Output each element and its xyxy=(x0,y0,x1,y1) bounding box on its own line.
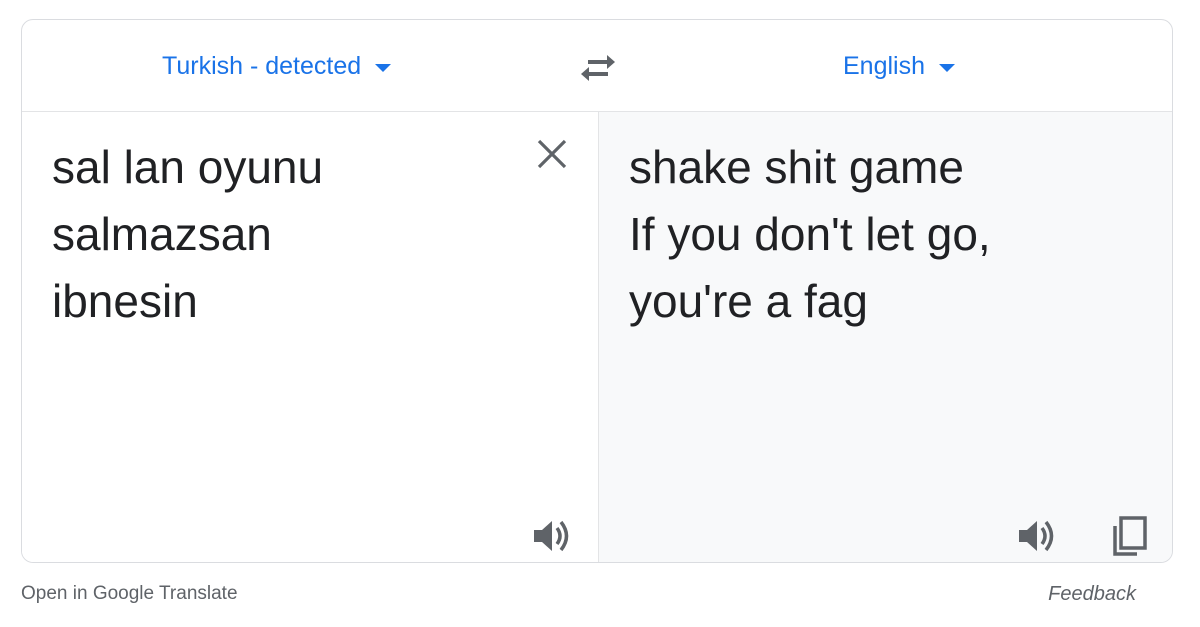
clear-source-button[interactable] xyxy=(534,136,570,172)
source-language-selector[interactable]: Turkish - detected xyxy=(162,50,392,82)
swap-languages-button[interactable] xyxy=(578,50,618,86)
speaker-icon xyxy=(1019,520,1054,552)
source-language-label: Turkish - detected xyxy=(162,51,362,80)
source-pane: sal lan oyunu salmazsan ibnesin xyxy=(22,112,598,562)
caret-down-icon xyxy=(939,64,955,72)
feedback-link[interactable]: Feedback xyxy=(1048,583,1136,606)
swap-arrows-icon xyxy=(581,55,615,81)
translation-text: shake shit game If you don't let go, you… xyxy=(629,141,991,327)
listen-source-button[interactable] xyxy=(530,514,574,558)
speaker-icon xyxy=(534,520,569,552)
result-pane: shake shit game If you don't let go, you… xyxy=(598,112,1172,562)
copy-translation-button[interactable] xyxy=(1107,514,1151,558)
source-text-input[interactable]: sal lan oyunu salmazsan ibnesin xyxy=(52,134,522,335)
translate-card: Turkish - detected English sal lan oyunu… xyxy=(21,19,1173,563)
copy-icon xyxy=(1113,516,1147,556)
caret-down-icon xyxy=(375,64,392,72)
target-language-label: English xyxy=(843,51,925,80)
open-in-google-translate-link[interactable]: Open in Google Translate xyxy=(21,583,238,605)
target-language-selector[interactable]: English xyxy=(843,50,955,82)
listen-translation-button[interactable] xyxy=(1015,514,1059,558)
language-bar: Turkish - detected English xyxy=(22,20,1172,112)
close-icon xyxy=(537,139,567,169)
